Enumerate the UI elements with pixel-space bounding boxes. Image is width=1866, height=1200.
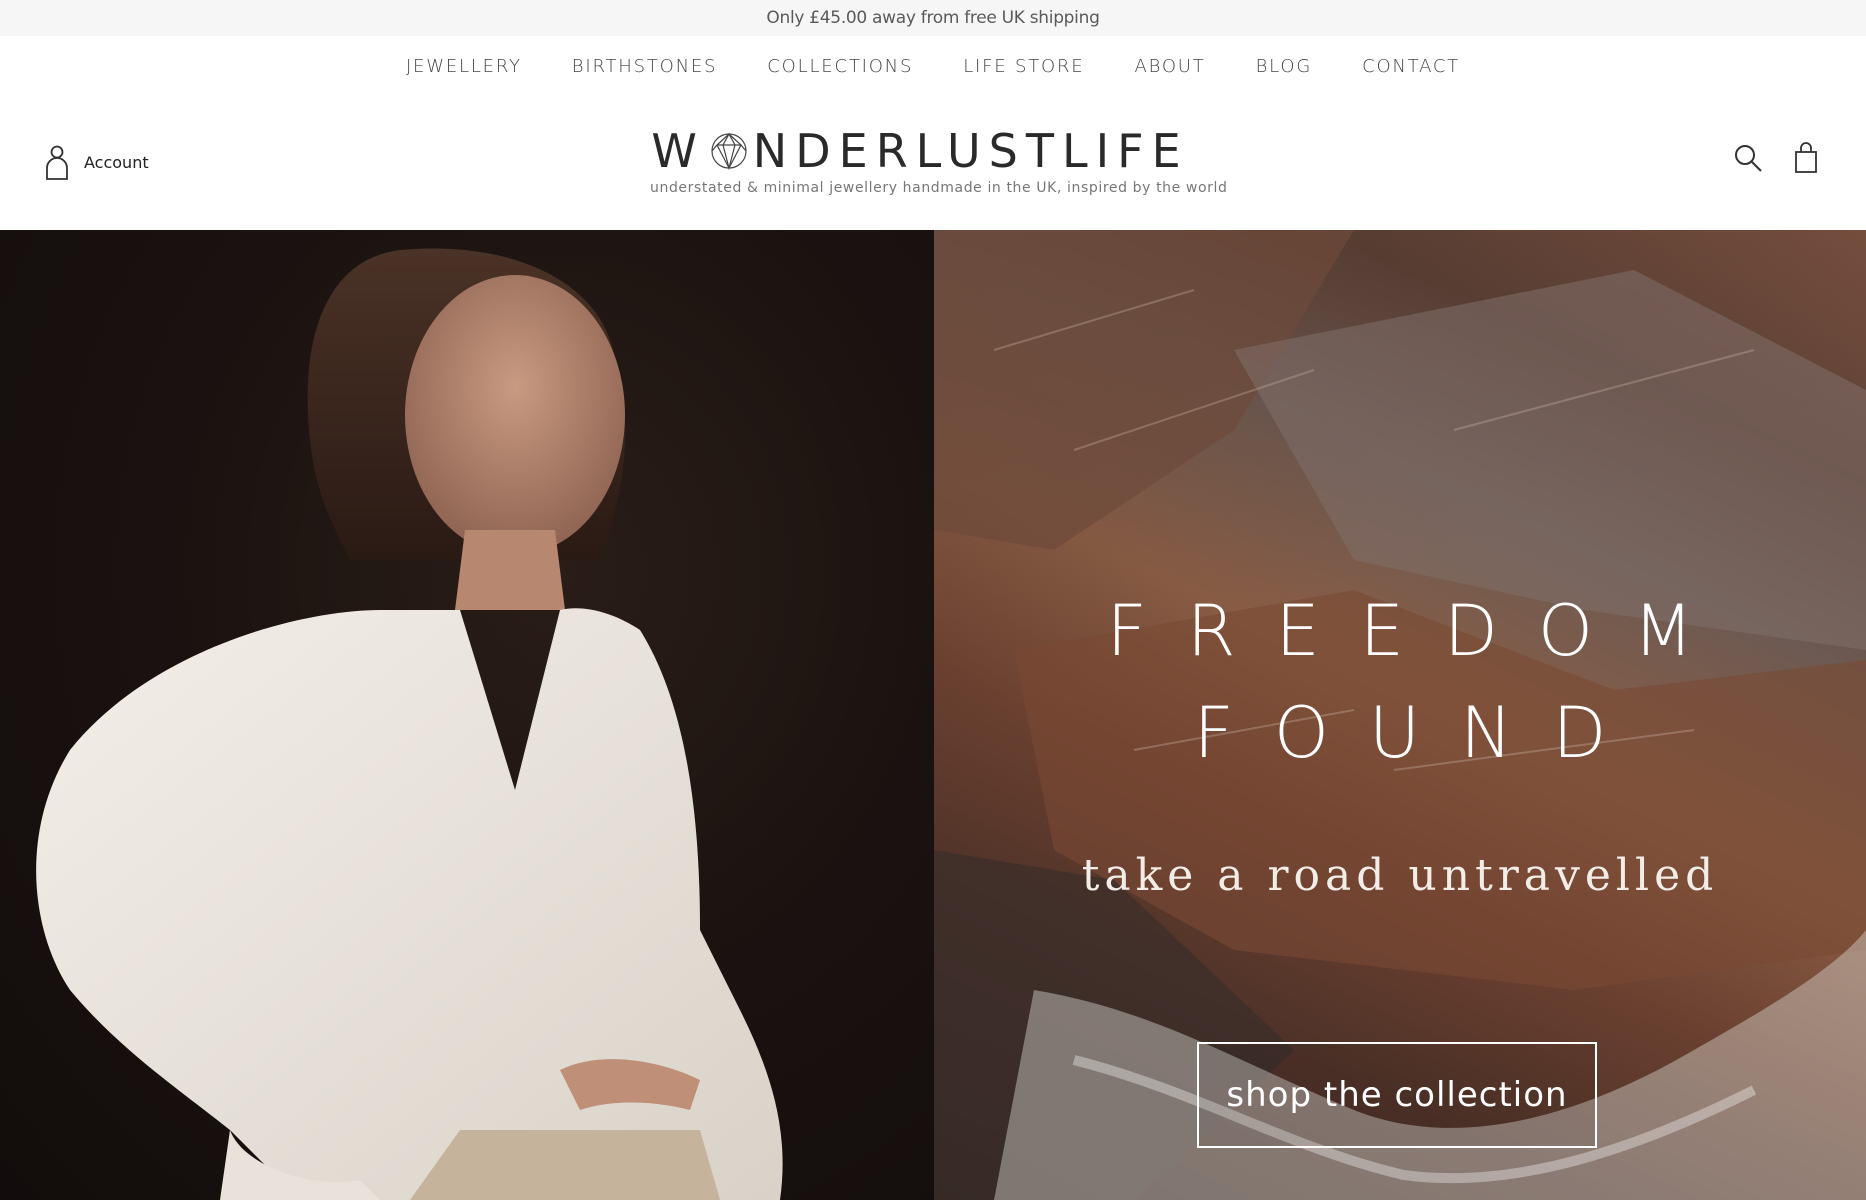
account-link[interactable]: Account [44,144,149,180]
site-header: Account W NDERLUSTLIFE understated & min… [0,96,1866,230]
announcement-bar: Only £45.00 away from free UK shipping [0,0,1866,36]
nav-item-jewellery[interactable]: JEWELLERY [381,56,547,77]
nav-item-birthstones[interactable]: BIRTHSTONES [547,56,742,77]
nav-item-contact[interactable]: CONTACT [1337,56,1485,77]
announcement-text: Only £45.00 away from free UK shipping [766,8,1100,28]
site-logo[interactable]: W NDERLUSTLIFE understated & minimal jew… [650,126,1228,196]
nav-item-life-store[interactable]: LIFE STORE [938,56,1109,77]
gem-logo-icon [711,132,747,171]
model-illustration [36,248,783,1200]
hero-subtitle: take a road untravelled [1081,850,1719,901]
nav-item-blog[interactable]: BLOG [1231,56,1338,77]
header-icons [1734,142,1820,174]
search-icon[interactable] [1734,142,1762,174]
hero-title-line-2: FOUND [1193,692,1647,774]
hero-coast-image: FREEDOM FOUND take a road untravelled sh… [934,230,1866,1200]
nav-item-about[interactable]: ABOUT [1109,56,1230,77]
logo-text-end: NDERLUSTLIFE [752,124,1189,178]
logo-tagline: understated & minimal jewellery handmade… [650,180,1228,196]
hero-model-image [0,230,934,1200]
hero-title: FREEDOM FOUND [934,580,1866,784]
account-label: Account [84,152,149,172]
user-icon [46,145,68,180]
nav-item-collections[interactable]: COLLECTIONS [742,56,938,77]
logo-wordmark: W NDERLUSTLIFE [650,126,1190,176]
hero-title-line-1: FREEDOM [1106,590,1734,672]
shop-collection-button[interactable]: shop the collection [1197,1042,1597,1148]
logo-text-start: W [651,124,705,178]
bag-icon[interactable] [1792,142,1820,174]
main-nav: JEWELLERY BIRTHSTONES COLLECTIONS LIFE S… [0,36,1866,96]
hero-banner: FREEDOM FOUND take a road untravelled sh… [0,230,1866,1200]
